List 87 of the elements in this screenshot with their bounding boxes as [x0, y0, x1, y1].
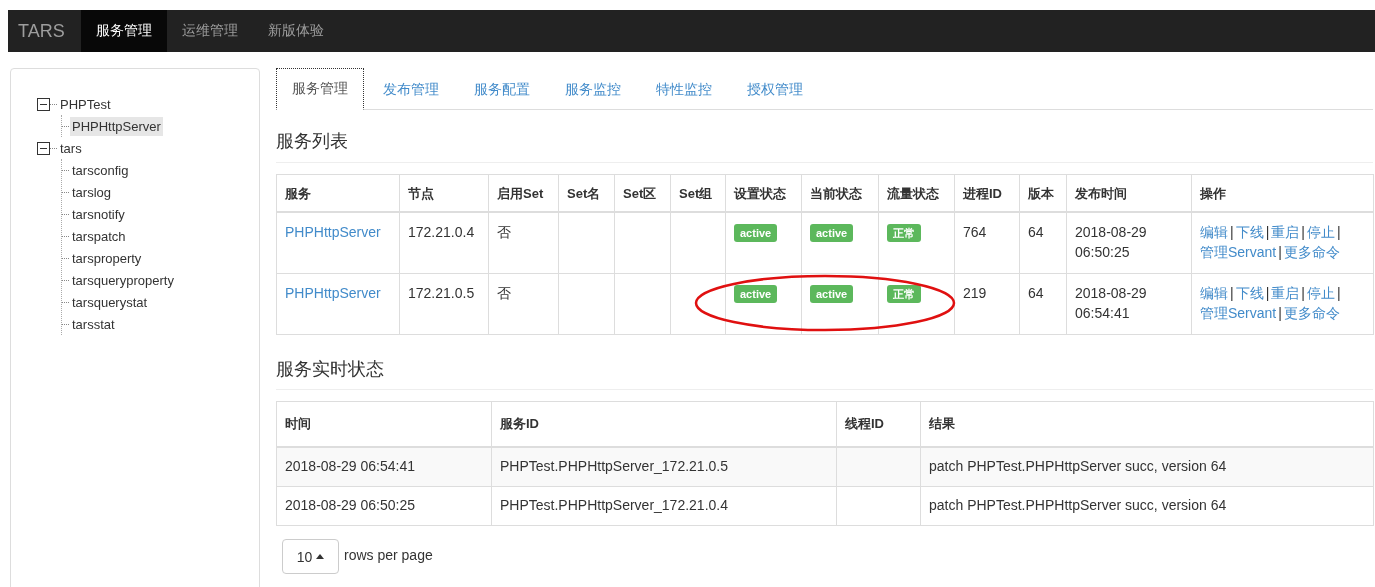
column-header: Set组 — [670, 174, 726, 212]
column-header: 设置状态 — [725, 174, 802, 212]
table-cell: 64 — [1019, 212, 1067, 274]
tree-node[interactable]: tarsqueryproperty — [70, 270, 176, 290]
tab[interactable]: 发布管理 — [367, 68, 455, 111]
status-badge: active — [734, 285, 778, 303]
column-header: Set名 — [558, 174, 615, 212]
action-link[interactable]: 下线 — [1235, 285, 1264, 301]
tree-node[interactable]: PHPHttpServer — [70, 116, 163, 136]
nav-item[interactable]: 服务管理 — [81, 10, 167, 52]
table-cell: 64 — [1019, 273, 1067, 335]
tab[interactable]: 服务监控 — [549, 68, 637, 111]
table-cell: 2018-08-29 06:50:25 — [1066, 212, 1192, 274]
table-cell: 764 — [954, 212, 1020, 274]
separator: | — [1278, 305, 1282, 321]
tab[interactable]: 授权管理 — [731, 68, 819, 111]
nav-item[interactable]: 新版体验 — [253, 10, 339, 52]
collapse-icon[interactable] — [37, 141, 50, 155]
separator: | — [1336, 285, 1341, 301]
action-link[interactable]: 管理Servant — [1200, 305, 1277, 321]
column-header: 服务 — [276, 174, 400, 212]
table-cell: 2018-08-29 06:54:41 — [1066, 273, 1192, 335]
separator: | — [1301, 224, 1305, 240]
separator: | — [1278, 244, 1282, 260]
status-badge: active — [734, 224, 778, 242]
column-header: 当前状态 — [801, 174, 879, 212]
service-link[interactable]: PHPHttpServer — [285, 224, 381, 240]
tree-node[interactable]: tarsquerystat — [70, 292, 150, 312]
tree-node[interactable]: tarsstat — [70, 314, 117, 334]
table-cell: 172.21.0.4 — [399, 212, 489, 274]
table-cell: patch PHPTest.PHPHttpServer succ, version 64 — [929, 497, 1227, 513]
pager-label: rows per page — [344, 546, 433, 563]
separator: | — [1230, 285, 1234, 301]
tab[interactable]: 服务管理 — [276, 68, 364, 110]
collapse-icon[interactable] — [37, 97, 50, 111]
nav-item[interactable]: 运维管理 — [167, 10, 253, 52]
action-link[interactable]: 更多命令 — [1283, 305, 1340, 321]
service-link[interactable]: PHPHttpServer — [285, 285, 381, 301]
column-header: Set区 — [614, 174, 671, 212]
separator: | — [1336, 224, 1341, 240]
status-badge: 正常 — [887, 285, 921, 303]
tree-node[interactable]: tarspatch — [70, 226, 128, 246]
separator: | — [1301, 285, 1305, 301]
action-link[interactable]: 编辑 — [1200, 224, 1228, 240]
separator: | — [1230, 224, 1234, 240]
status-badge: active — [810, 224, 854, 242]
table-cell: patch PHPTest.PHPHttpServer succ, version 64 — [929, 458, 1227, 474]
tree-node[interactable]: tarslog — [70, 182, 114, 202]
column-header: 流量状态 — [878, 174, 955, 212]
caret-icon — [316, 554, 325, 559]
column-header: 启用Set — [488, 174, 559, 212]
page-size-dropdown[interactable]: 10 — [282, 539, 339, 574]
section-title: 服务列表 — [276, 129, 1373, 163]
action-link[interactable]: 停止 — [1306, 285, 1335, 301]
action-link[interactable]: 重启 — [1271, 224, 1300, 240]
table-cell: 219 — [954, 273, 1020, 335]
table-cell: PHPTest.PHPHttpServer_172.21.0.5 — [500, 458, 728, 474]
tree-node[interactable]: PHPTest — [58, 94, 113, 114]
tab[interactable]: 特性监控 — [640, 68, 728, 111]
table-cell: 否 — [488, 273, 559, 335]
table-cell: 2018-08-29 06:50:25 — [285, 497, 415, 513]
column-header: 发布时间 — [1066, 174, 1192, 212]
tree-node[interactable]: tarsconfig — [70, 160, 131, 180]
column-header: 进程ID — [954, 174, 1020, 212]
brand-logo[interactable]: TARS — [8, 10, 81, 52]
tree-node[interactable]: tarsproperty — [70, 248, 144, 268]
table-cell: PHPTest.PHPHttpServer_172.21.0.4 — [500, 497, 728, 513]
separator: | — [1265, 224, 1270, 240]
table-cell: 172.21.0.5 — [399, 273, 489, 335]
table-cell: 否 — [488, 212, 559, 274]
action-link[interactable]: 下线 — [1235, 224, 1264, 240]
section-title: 服务实时状态 — [276, 357, 1373, 390]
tree-node[interactable]: tars — [58, 138, 84, 158]
column-header: 节点 — [399, 174, 489, 212]
tab[interactable]: 服务配置 — [458, 68, 546, 111]
action-link[interactable]: 更多命令 — [1283, 244, 1340, 260]
table-cell: 2018-08-29 06:54:41 — [285, 458, 415, 474]
action-link[interactable]: 编辑 — [1200, 285, 1228, 301]
action-link[interactable]: 停止 — [1306, 224, 1335, 240]
separator: | — [1265, 285, 1270, 301]
column-header: 版本 — [1019, 174, 1067, 212]
status-badge: active — [810, 285, 854, 303]
column-header: 操作 — [1191, 174, 1374, 212]
status-badge: 正常 — [887, 224, 921, 242]
tree-node[interactable]: tarsnotify — [70, 204, 127, 224]
action-link[interactable]: 重启 — [1271, 285, 1300, 301]
action-link[interactable]: 管理Servant — [1200, 244, 1277, 260]
